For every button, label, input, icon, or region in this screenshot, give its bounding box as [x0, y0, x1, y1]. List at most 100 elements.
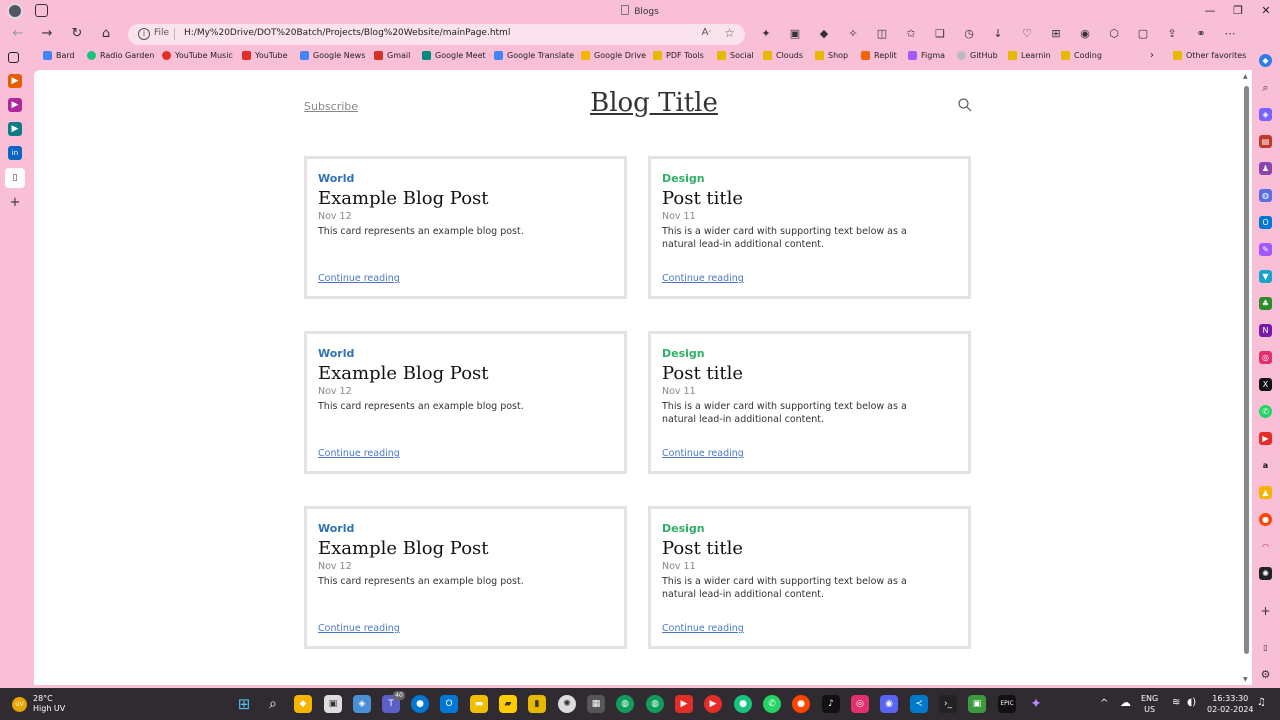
maximize-button[interactable]: ❐ — [1224, 0, 1252, 22]
search-icon[interactable]: ⌕ — [1259, 81, 1272, 94]
reddit-icon[interactable]: ● — [1259, 513, 1272, 526]
drop-icon[interactable]: ▼ — [1259, 270, 1272, 283]
bookmark-replit[interactable]: Replit — [861, 51, 897, 60]
history-icon[interactable]: ◷ — [960, 26, 978, 42]
extension-icon[interactable]: ◆ — [815, 26, 833, 42]
tiktok-icon[interactable]: ♪ — [822, 695, 840, 713]
onenote-icon[interactable]: N — [1259, 324, 1272, 337]
split-screen-icon[interactable]: ◫ — [873, 26, 891, 42]
bookmark-youtube-music[interactable]: YouTube Music — [162, 51, 233, 60]
continue-reading-link[interactable]: Continue reading — [318, 623, 400, 634]
refresh-button[interactable]: ↻ — [68, 25, 86, 43]
downloads-icon[interactable]: ↓ — [989, 26, 1007, 42]
bookmark-gmail[interactable]: Gmail — [374, 51, 410, 60]
designer-icon[interactable]: ✎ — [1259, 243, 1272, 256]
apps-icon[interactable]: ⊞ — [1047, 26, 1065, 42]
sticky-notes-icon[interactable]: ▰ — [499, 695, 517, 713]
copilot-taskbar-icon[interactable]: ◈ — [353, 695, 371, 713]
minimize-button[interactable]: — — [1196, 0, 1224, 22]
task-view-icon[interactable]: ▣ — [324, 695, 342, 713]
continue-reading-link[interactable]: Continue reading — [662, 273, 744, 284]
instagram-icon[interactable]: ◎ — [851, 695, 869, 713]
url-text[interactable]: H:/My%20Drive/DOT%20Batch/Projects/Blog%… — [184, 28, 510, 38]
performance-icon[interactable]: ♡ — [1018, 26, 1036, 42]
scroll-down-arrow-icon[interactable]: ▼ — [1243, 676, 1248, 683]
bookmark-folder-social[interactable]: Social — [717, 51, 754, 60]
address-bar[interactable]: i File H:/My%20Drive/DOT%20Batch/Project… — [128, 24, 745, 45]
favorites-icon[interactable]: ✩ — [902, 26, 920, 42]
onedrive-cloud-icon[interactable]: ☁ — [1120, 697, 1131, 708]
amazon-icon[interactable]: a — [1259, 459, 1272, 472]
app-icon[interactable]: ▣ — [968, 695, 986, 713]
extensions-puzzle-icon[interactable]: ✧ — [844, 26, 862, 42]
youtube-icon[interactable]: ▶ — [675, 695, 693, 713]
app-icon[interactable]: ● — [411, 695, 429, 713]
language-indicator[interactable]: ENG US — [1141, 693, 1158, 715]
bookmark-folder-learnin[interactable]: Learnin — [1008, 51, 1051, 60]
close-button[interactable]: ✕ — [1252, 0, 1280, 22]
chatgpt-icon[interactable]: ✺ — [1259, 567, 1272, 580]
volume-icon[interactable]: ◖) — [1187, 697, 1196, 708]
chatgpt-icon[interactable]: ✺ — [558, 695, 576, 713]
games-icon[interactable]: ♟ — [1259, 162, 1272, 175]
bookmark-folder-coding[interactable]: Coding — [1061, 51, 1102, 60]
weather-widget[interactable]: UV 28°C High UV — [12, 694, 65, 714]
new-tab-plus-icon[interactable]: + — [8, 196, 22, 210]
collections-icon[interactable]: ❏ — [931, 26, 949, 42]
bookmark-radio-garden[interactable]: Radio Garden — [87, 51, 154, 60]
terminal-icon[interactable]: ›_ — [939, 695, 957, 713]
bookmark-folder-pdf-tools[interactable]: PDF Tools — [653, 51, 704, 60]
sparkle-icon[interactable]: ✦ — [1027, 695, 1045, 713]
vscode-icon[interactable]: ≺ — [910, 695, 928, 713]
tab-media-player-2[interactable]: ▶ — [8, 98, 22, 112]
notifications-bell-icon[interactable]: ♫ — [1257, 697, 1266, 708]
read-aloud-icon[interactable]: Aᐧ — [702, 27, 711, 38]
edge-beta-icon[interactable]: ◍ — [646, 695, 664, 713]
tree-icon[interactable]: ♣ — [1259, 297, 1272, 310]
widgets-icon[interactable]: ◆ — [294, 695, 312, 713]
bookmark-figma[interactable]: Figma — [908, 51, 945, 60]
picture-in-picture-icon[interactable]: ▣ — [786, 26, 804, 42]
back-button[interactable]: ← — [9, 25, 27, 43]
windows-start-icon[interactable]: ⊞ — [235, 695, 253, 713]
bookmarks-overflow-chevron-icon[interactable]: › — [1150, 50, 1154, 61]
tab-panel-icon[interactable] — [8, 52, 19, 63]
continue-reading-link[interactable]: Continue reading — [318, 448, 400, 459]
epic-games-icon[interactable]: EPIC — [998, 695, 1016, 713]
reddit-icon[interactable]: ● — [792, 695, 810, 713]
wifi-icon[interactable]: ≋ — [1172, 697, 1180, 708]
app-icon[interactable]: ● — [734, 695, 752, 713]
scrollbar-thumb[interactable] — [1244, 86, 1249, 654]
bookmark-folder-shop[interactable]: Shop — [815, 51, 848, 60]
favorite-star-icon[interactable]: ☆ — [724, 26, 735, 40]
notes-icon[interactable]: ▮ — [528, 695, 546, 713]
browser-essentials-icon[interactable]: ⬡ — [1105, 26, 1123, 42]
screenshot-icon[interactable]: ▢ — [1134, 26, 1152, 42]
bookmark-google-news[interactable]: Google News — [300, 51, 365, 60]
speed-icon[interactable]: ◠ — [1259, 540, 1272, 553]
add-sidebar-app-plus-icon[interactable]: + — [1259, 605, 1272, 618]
file-explorer-icon[interactable]: ▬ — [470, 695, 488, 713]
microsoft-365-icon[interactable]: ◍ — [1259, 189, 1272, 202]
copilot-icon[interactable]: ◆ — [1259, 54, 1272, 67]
subscribe-link[interactable]: Subscribe — [304, 100, 358, 113]
tab-media-player-3[interactable]: ▶ — [8, 122, 22, 136]
bookmark-youtube[interactable]: YouTube — [242, 51, 288, 60]
info-icon[interactable]: i — [138, 28, 150, 40]
store-icon[interactable]: ▦ — [587, 695, 605, 713]
continue-reading-link[interactable]: Continue reading — [662, 448, 744, 459]
tab-blogs-active[interactable]: ▯ — [5, 168, 25, 188]
bookmark-google-drive[interactable]: Google Drive — [581, 51, 646, 60]
outlook-icon[interactable]: O — [440, 695, 458, 713]
home-button[interactable]: ⌂ — [97, 25, 115, 43]
shopping-icon[interactable]: ◈ — [1259, 108, 1272, 121]
continue-reading-link[interactable]: Continue reading — [318, 273, 400, 284]
discord-icon[interactable]: ◉ — [880, 695, 898, 713]
tray-overflow-chevron-icon[interactable]: ^ — [1100, 698, 1108, 709]
drive-icon[interactable]: ▲ — [1259, 486, 1272, 499]
outlook-icon[interactable]: O — [1259, 216, 1272, 229]
more-menu-icon[interactable]: ⋯ — [1221, 26, 1239, 42]
blog-title[interactable]: Blog Title — [454, 88, 854, 118]
bookmark-google-meet[interactable]: Google Meet — [422, 51, 486, 60]
whatsapp-icon[interactable]: ✆ — [763, 695, 781, 713]
